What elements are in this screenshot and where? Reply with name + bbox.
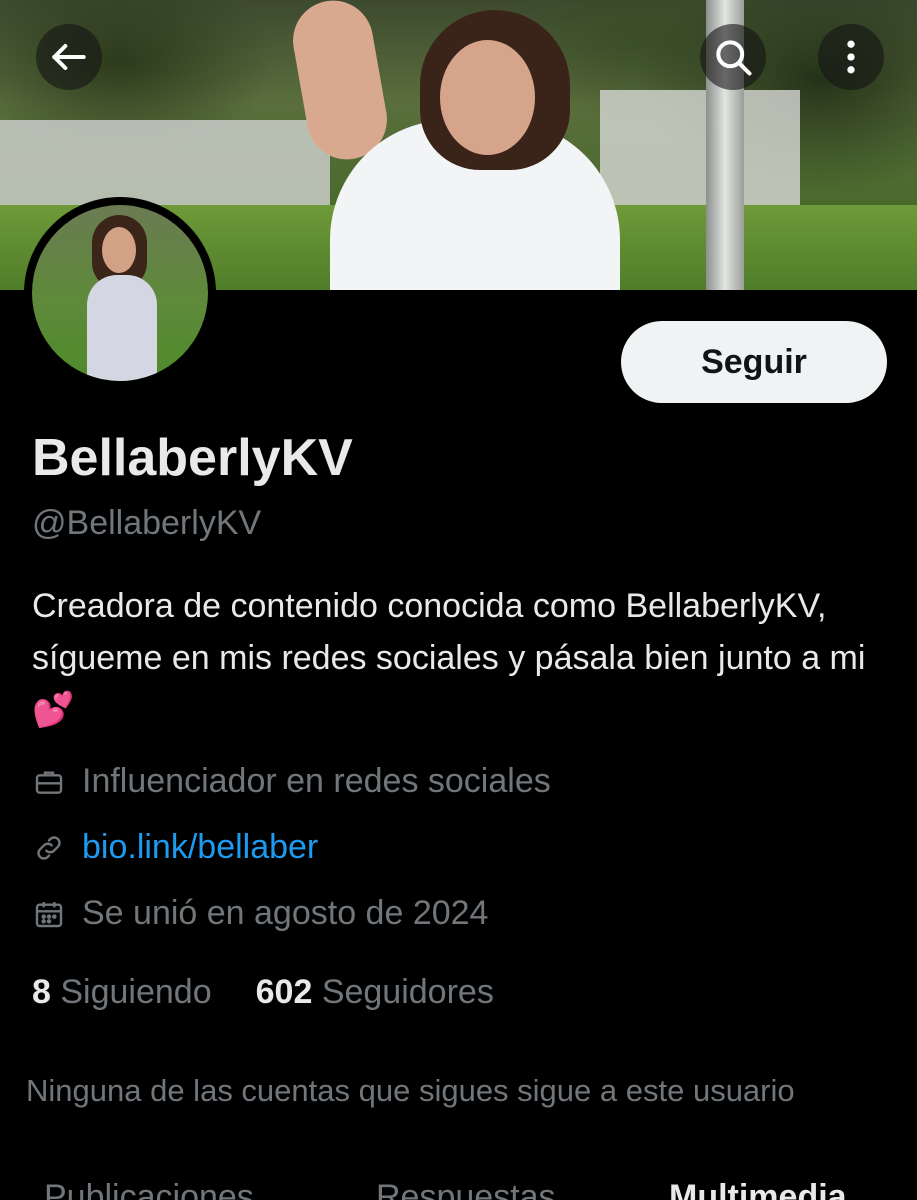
link-text[interactable]: bio.link/bellaber [82,828,318,867]
joined-text: Se unió en agosto de 2024 [82,894,489,932]
follow-button[interactable]: Seguir [621,321,887,403]
briefcase-icon [32,765,66,799]
calendar-icon [32,897,66,931]
followers-count: 602 [255,973,313,1011]
tab-publicaciones[interactable]: Publicaciones [44,1178,254,1200]
following-label: Siguiendo [60,973,212,1011]
followers-link[interactable]: 602 Seguidores [256,973,494,1012]
job-text: Influenciador en redes sociales [82,762,551,800]
profile-link[interactable]: bio.link/bellaber [32,828,318,867]
profile-avatar[interactable] [24,197,216,389]
profile-bio: Creadora de contenido conocida como Bell… [32,587,866,729]
mutual-followers-note: Ninguna de las cuentas que sigues sigue … [26,1073,795,1108]
followers-label: Seguidores [321,973,494,1011]
back-button[interactable] [36,24,102,90]
following-link[interactable]: 8 Siguiendo [32,973,212,1012]
follow-stats: 8 Siguiendo 602 Seguidores [32,973,538,1012]
arrow-left-icon [52,43,86,71]
more-vertical-icon [847,40,855,74]
profile-tabs: Publicaciones Respuestas Multimedia [0,1170,917,1200]
following-count: 8 [32,973,51,1011]
display-name: BellaberlyKV [32,429,353,487]
search-button[interactable] [700,24,766,90]
search-icon [716,40,752,76]
profile-job: Influenciador en redes sociales [32,762,551,801]
link-icon [32,831,66,865]
tab-respuestas[interactable]: Respuestas [376,1178,556,1200]
profile-joined: Se unió en agosto de 2024 [32,894,488,933]
user-handle: @BellaberlyKV [32,504,262,542]
more-options-button[interactable] [818,24,884,90]
tab-multimedia[interactable]: Multimedia [669,1178,847,1200]
